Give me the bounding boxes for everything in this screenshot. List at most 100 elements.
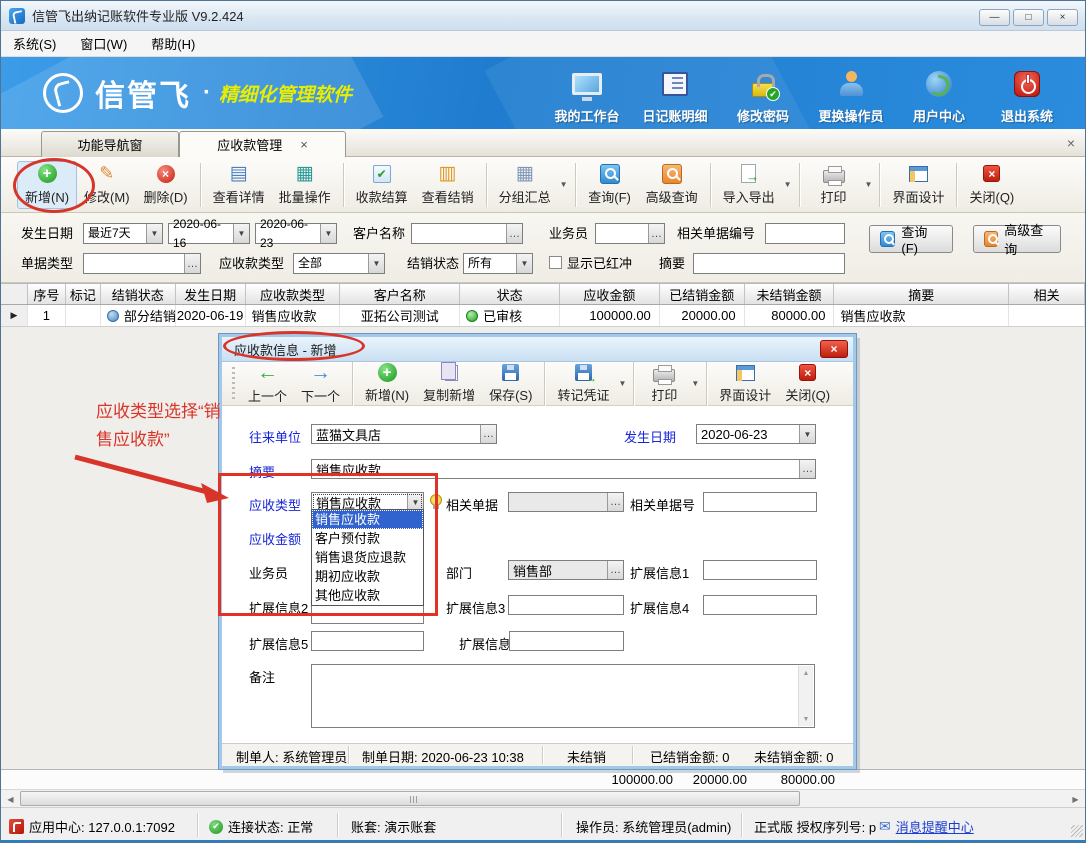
occur-date-select[interactable]: 2020-06-23 ▼ (696, 424, 816, 444)
copy-add-button[interactable]: 复制新增 (416, 364, 482, 404)
dialog-print-button[interactable]: 打印 (639, 364, 689, 404)
ext2-input[interactable] (311, 604, 424, 624)
date-range-select[interactable]: 最近7天 ▼ (83, 223, 163, 244)
edit-button[interactable]: ✎ 修改(M) (77, 161, 137, 209)
ext3-input[interactable] (508, 595, 624, 615)
header-mark[interactable]: 标记 (66, 284, 101, 304)
header-status[interactable]: 状态 (460, 284, 560, 304)
related-no-input[interactable] (765, 223, 845, 244)
message-center-link[interactable]: 消息提醒中心 (896, 817, 974, 836)
scroll-left-icon[interactable]: ◀ (2, 791, 19, 807)
header-customer[interactable]: 客户名称 (340, 284, 460, 304)
caret-down-icon[interactable]: ▼ (368, 254, 384, 273)
dropdown-option-opening-receivable[interactable]: 期初应收款 (312, 567, 423, 586)
menu-system[interactable]: 系统(S) (1, 30, 68, 57)
import-export-button[interactable]: → 导入导出 (716, 161, 782, 209)
ellipsis-icon[interactable]: … (648, 224, 664, 243)
nav-my-workbench[interactable]: 我的工作台 (543, 65, 631, 125)
close-tab-button[interactable]: × 关闭(Q) (962, 161, 1021, 209)
note-scrollbar[interactable]: ▲ ▼ (798, 666, 813, 726)
dialog-add-button[interactable]: + 新增(N) (358, 364, 416, 404)
nav-switch-operator[interactable]: 更换操作员 (807, 65, 895, 125)
dialog-close-button[interactable]: × (820, 340, 848, 358)
header-related[interactable]: 相关 (1009, 284, 1085, 304)
group-summary-button[interactable]: ▦ 分组汇总 (492, 161, 558, 209)
dropdown-option-other-receivable[interactable]: 其他应收款 (312, 586, 423, 605)
ext6-input[interactable] (509, 631, 624, 651)
header-date[interactable]: 发生日期 (176, 284, 246, 304)
related-no-input[interactable] (703, 492, 817, 512)
caret-down-icon[interactable]: ▼ (146, 224, 162, 243)
caret-down-icon[interactable]: ▼ (516, 254, 532, 273)
dialog-print-caret-icon[interactable]: ▼ (691, 379, 699, 388)
previous-button[interactable]: ← 上一个 (241, 364, 294, 404)
scroll-right-icon[interactable]: ▶ (1067, 791, 1084, 807)
group-summary-caret-icon[interactable]: ▼ (560, 180, 568, 189)
ext4-input[interactable] (703, 595, 817, 615)
import-export-caret-icon[interactable]: ▼ (784, 180, 792, 189)
minimize-button[interactable]: — (979, 9, 1010, 26)
batch-operation-button[interactable]: ▦ 批量操作 (272, 161, 338, 209)
ellipsis-icon[interactable]: … (607, 493, 623, 511)
post-voucher-button[interactable]: → 转记凭证 (550, 364, 616, 404)
query-submit-button[interactable]: 查询(F) (869, 225, 953, 253)
ellipsis-icon[interactable]: … (607, 561, 623, 579)
nav-journal-detail[interactable]: 日记账明细 (631, 65, 719, 125)
dialog-ui-design-button[interactable]: 界面设计 (712, 364, 778, 404)
dropdown-option-sales-receivable[interactable]: 销售应收款 (312, 510, 423, 529)
horizontal-scrollbar[interactable]: ◀ ▶ (1, 789, 1085, 807)
recv-type-select[interactable]: 全部 ▼ (293, 253, 385, 274)
ext5-input[interactable] (311, 631, 424, 651)
print-caret-icon[interactable]: ▼ (865, 180, 873, 189)
related-doc-input[interactable]: … (508, 492, 624, 512)
partner-input[interactable]: 蓝猫文具店 … (311, 424, 497, 444)
header-recv-type[interactable]: 应收款类型 (246, 284, 341, 304)
customer-input[interactable]: … (411, 223, 523, 244)
show-reversed-checkbox[interactable] (549, 256, 562, 269)
ellipsis-icon[interactable]: … (184, 254, 200, 273)
tab-close-icon[interactable]: × (300, 137, 308, 152)
dropdown-option-customer-prepay[interactable]: 客户预付款 (312, 529, 423, 548)
nav-change-password[interactable]: ✔ 修改密码 (719, 65, 807, 125)
scroll-down-icon[interactable]: ▼ (799, 712, 813, 726)
view-detail-button[interactable]: ▤ 查看详情 (206, 161, 272, 209)
header-summary[interactable]: 摘要 (834, 284, 1009, 304)
menu-help[interactable]: 帮助(H) (139, 30, 207, 57)
ellipsis-icon[interactable]: … (506, 224, 522, 243)
post-voucher-caret-icon[interactable]: ▼ (618, 379, 626, 388)
ellipsis-icon[interactable]: … (799, 460, 815, 478)
receipt-settle-button[interactable]: ✔ 收款结算 (349, 161, 415, 209)
doc-type-input[interactable]: … (83, 253, 201, 274)
header-seq[interactable]: 序号 (28, 284, 66, 304)
ui-design-button[interactable]: 界面设计 (885, 161, 951, 209)
dept-input[interactable]: 销售部 … (508, 560, 624, 580)
header-settled[interactable]: 已结销金额 (660, 284, 745, 304)
add-button[interactable]: + 新增(N) (17, 161, 77, 209)
date-to-select[interactable]: 2020-06-23 ▼ (255, 223, 337, 244)
advanced-query-submit-button[interactable]: 高级查询 (973, 225, 1061, 253)
delete-button[interactable]: × 删除(D) (137, 161, 195, 209)
tab-receivables-management[interactable]: 应收款管理 × (179, 131, 346, 157)
dialog-close-tool-button[interactable]: × 关闭(Q) (778, 364, 837, 404)
caret-down-icon[interactable]: ▼ (320, 224, 336, 243)
close-button[interactable]: × (1047, 9, 1078, 26)
tab-function-nav[interactable]: 功能导航窗 (41, 131, 179, 157)
nav-user-center[interactable]: 用户中心 (895, 65, 983, 125)
ellipsis-icon[interactable]: … (480, 425, 496, 443)
save-button[interactable]: 保存(S) (482, 364, 539, 404)
maximize-button[interactable]: □ (1013, 9, 1044, 26)
salesman-input[interactable]: … (595, 223, 665, 244)
dropdown-option-sales-return-refund[interactable]: 销售退货应退款 (312, 548, 423, 567)
header-settle-status[interactable]: 结销状态 (101, 284, 176, 304)
summary-filter-input[interactable] (693, 253, 845, 274)
note-textarea[interactable]: ▲ ▼ (311, 664, 815, 728)
advanced-query-button[interactable]: 高级查询 (639, 161, 705, 209)
settle-status-select[interactable]: 所有 ▼ (463, 253, 533, 274)
header-unsettled[interactable]: 未结销金额 (745, 284, 835, 304)
tabstrip-close-icon[interactable]: × (1067, 135, 1075, 151)
resize-grip[interactable] (1071, 825, 1083, 837)
ext1-input[interactable] (703, 560, 817, 580)
nav-exit-system[interactable]: 退出系统 (983, 65, 1071, 125)
query-button[interactable]: 查询(F) (581, 161, 639, 209)
print-button[interactable]: 打印 (805, 161, 863, 209)
